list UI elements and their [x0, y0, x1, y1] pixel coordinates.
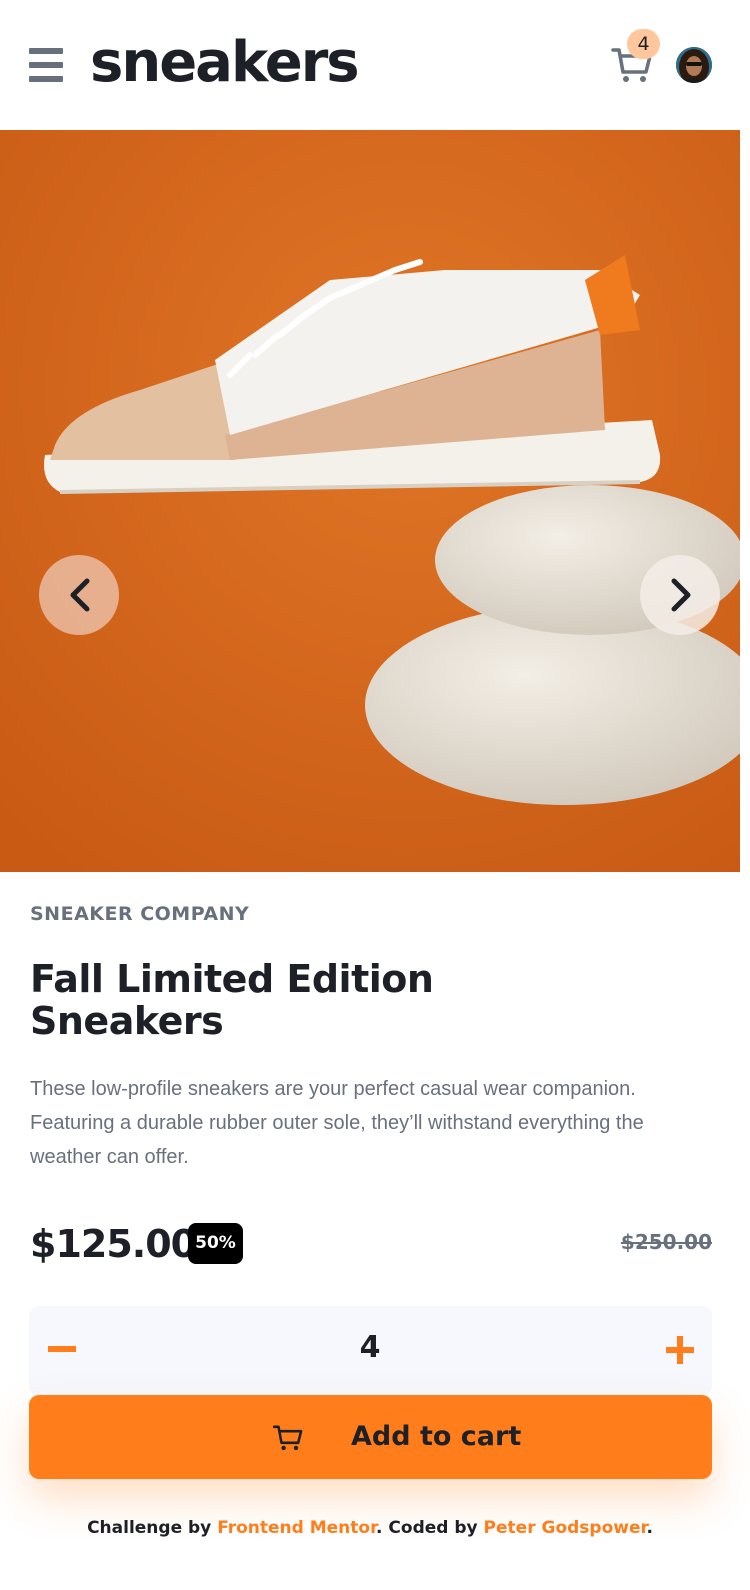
- original-price: $250.00: [620, 1230, 712, 1254]
- product-description: These low-profile sneakers are your perf…: [30, 1078, 644, 1168]
- chevron-right-icon: [671, 578, 691, 612]
- plus-icon[interactable]: [666, 1336, 694, 1364]
- cart-count-badge: 4: [627, 29, 660, 59]
- hamburger-menu-icon[interactable]: [29, 48, 63, 82]
- product-title: Fall Limited Edition Sneakers: [30, 957, 434, 1043]
- chevron-left-icon: [70, 578, 90, 612]
- company-name: SNEAKER COMPANY: [30, 903, 250, 925]
- author-link[interactable]: Peter Godspower: [484, 1518, 647, 1538]
- footer-prefix: Challenge by: [87, 1518, 218, 1538]
- cart-icon: [272, 1425, 303, 1451]
- product-hero-image: [0, 130, 740, 872]
- footer-suffix: .: [646, 1518, 653, 1538]
- frontend-mentor-link[interactable]: Frontend Mentor: [217, 1518, 376, 1538]
- avatar[interactable]: [676, 47, 712, 83]
- add-to-cart-label: Add to cart: [351, 1421, 522, 1452]
- next-image-button[interactable]: [640, 555, 720, 635]
- quantity-value: 4: [359, 1330, 381, 1365]
- site-header: sneakers 4: [0, 0, 750, 130]
- footer-middle: . Coded by: [376, 1518, 484, 1538]
- sneaker-photo: [0, 130, 740, 872]
- current-price: $125.00: [30, 1222, 197, 1266]
- logo[interactable]: sneakers: [90, 27, 360, 99]
- discount-badge: 50%: [188, 1223, 243, 1264]
- minus-icon[interactable]: [48, 1346, 76, 1352]
- attribution-footer: Challenge by Frontend Mentor. Coded by P…: [0, 1518, 740, 1538]
- previous-image-button[interactable]: [39, 555, 119, 635]
- add-to-cart-button[interactable]: Add to cart: [29, 1395, 712, 1479]
